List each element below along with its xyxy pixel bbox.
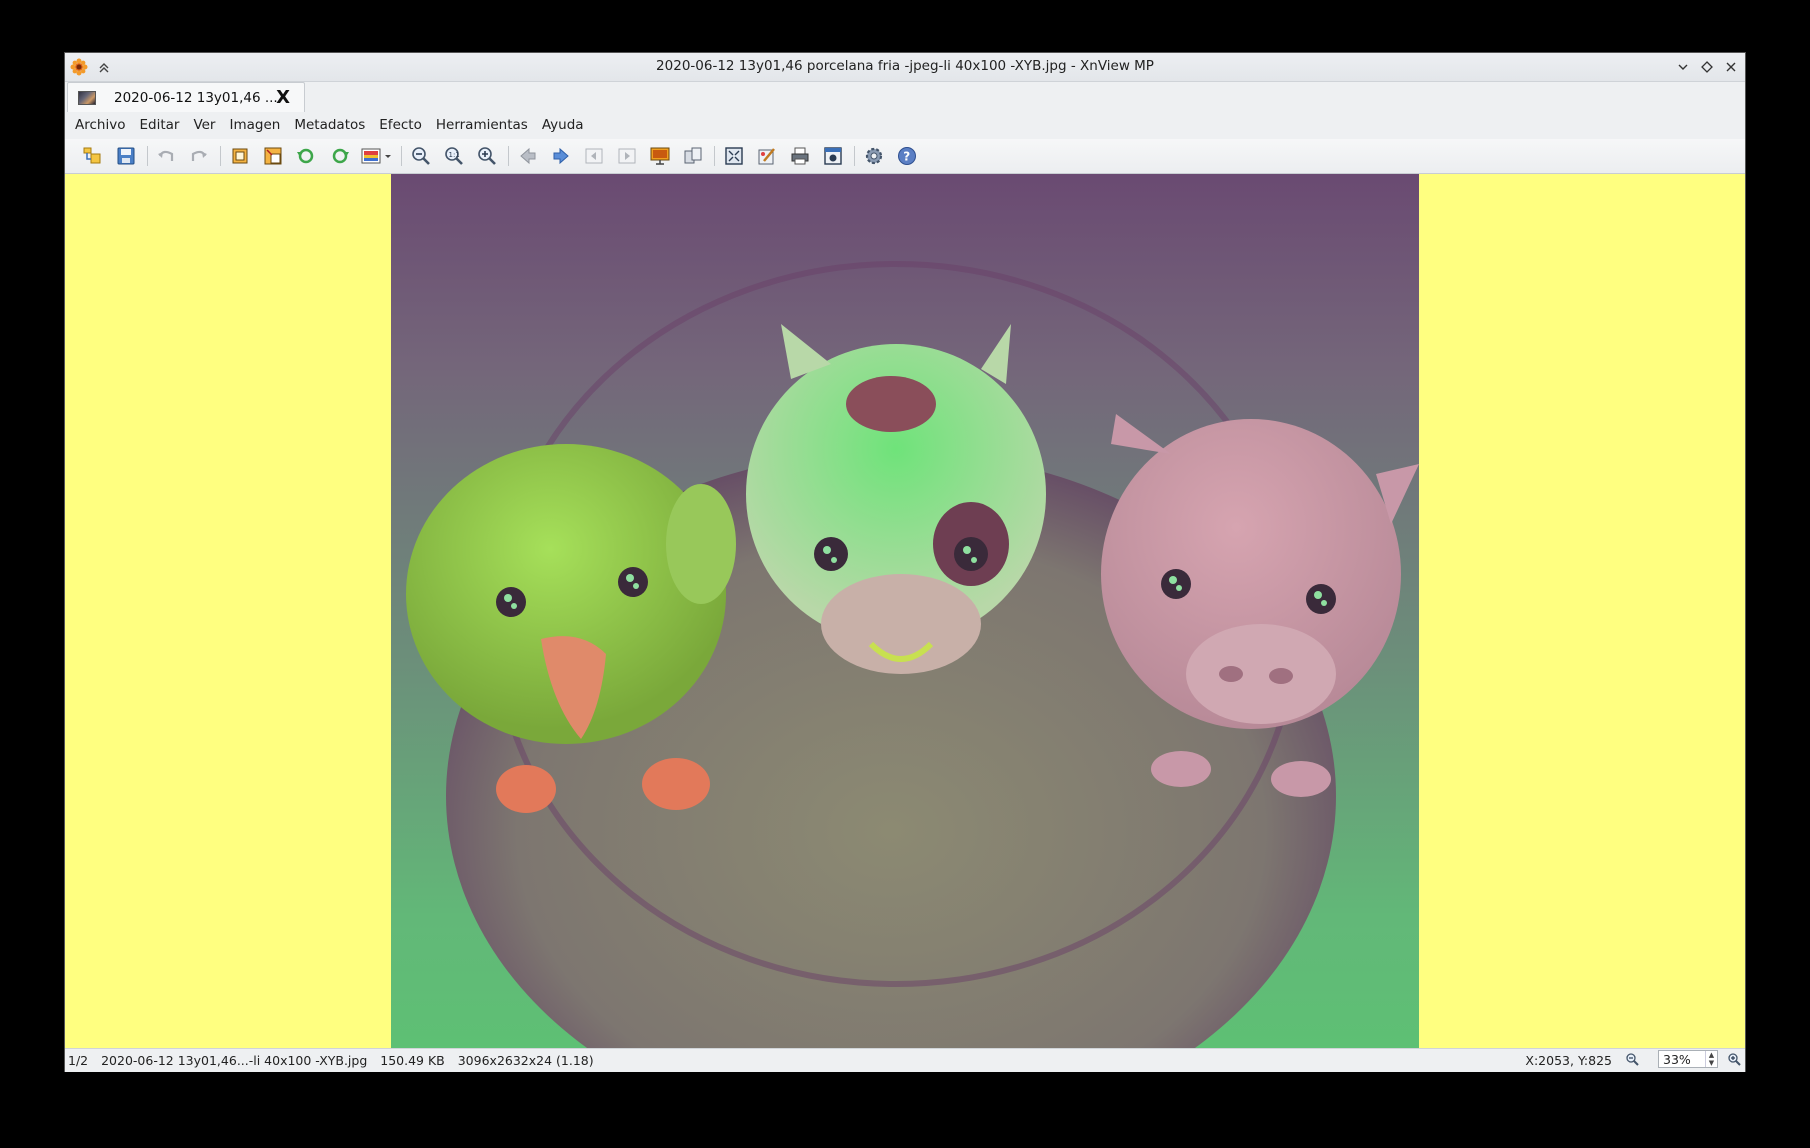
close-icon[interactable] — [1721, 57, 1741, 77]
svg-text:1:1: 1:1 — [449, 151, 460, 159]
print-icon[interactable] — [787, 144, 813, 168]
status-filesize: 150.49 KB — [380, 1053, 445, 1068]
zoom-spinner[interactable]: ▲ ▼ — [1705, 1051, 1717, 1067]
minimize-icon[interactable] — [1673, 57, 1693, 77]
tab-label: 2020-06-12 13y01,46 ... — [114, 90, 278, 106]
status-bar: 1/2 2020-06-12 13y01,46...-li 40x100 -XY… — [65, 1048, 1745, 1072]
toolbar: 1:1 ? — [65, 139, 1745, 174]
status-filename: 2020-06-12 13y01,46...-li 40x100 -XYB.jp… — [101, 1053, 368, 1068]
zoom-level-value: 33% — [1663, 1051, 1691, 1067]
compare-icon[interactable] — [680, 144, 706, 168]
resize-icon[interactable] — [260, 144, 286, 168]
settings-icon[interactable] — [861, 144, 887, 168]
image-viewer[interactable] — [65, 174, 1745, 1048]
menu-ver[interactable]: Ver — [186, 117, 222, 133]
status-coordinates: X:2053, Y:825 — [1525, 1053, 1612, 1068]
rotate-right-icon[interactable] — [327, 144, 353, 168]
crop-icon[interactable] — [227, 144, 253, 168]
zoom-out-icon[interactable] — [408, 144, 434, 168]
image-tab[interactable]: 2020-06-12 13y01,46 ... X — [67, 82, 305, 113]
menu-bar: Archivo Editar Ver Imagen Metadatos Efec… — [65, 112, 1745, 138]
zoom-level-input[interactable]: 33% ▲ ▼ — [1658, 1050, 1718, 1068]
next-icon[interactable] — [548, 144, 574, 168]
tab-bar: 2020-06-12 13y01,46 ... X — [65, 82, 1745, 113]
title-bar: 2020-06-12 13y01,46 porcelana fria -jpeg… — [65, 53, 1745, 82]
photo-render — [406, 261, 1419, 1048]
tab-thumbnail-icon — [78, 91, 96, 105]
menu-imagen[interactable]: Imagen — [222, 117, 287, 133]
svg-text:?: ? — [903, 150, 910, 164]
save-icon[interactable] — [113, 144, 139, 168]
status-zoom-out-icon[interactable] — [1625, 1052, 1639, 1069]
fullscreen-icon[interactable] — [721, 144, 747, 168]
rotate-left-icon[interactable] — [293, 144, 319, 168]
capture-icon[interactable] — [820, 144, 846, 168]
help-icon[interactable]: ? — [894, 144, 920, 168]
displayed-image[interactable] — [391, 174, 1419, 1048]
zoom-fit-icon[interactable]: 1:1 — [441, 144, 467, 168]
last-icon[interactable] — [614, 144, 640, 168]
menu-archivo[interactable]: Archivo — [68, 117, 132, 133]
maximize-icon[interactable] — [1697, 57, 1717, 77]
window-title: 2020-06-12 13y01,46 porcelana fria -jpeg… — [656, 58, 1154, 74]
status-zoom-in-icon[interactable] — [1727, 1052, 1741, 1069]
menu-herramientas[interactable]: Herramientas — [429, 117, 535, 133]
menu-efecto[interactable]: Efecto — [372, 117, 429, 133]
menu-editar[interactable]: Editar — [132, 117, 186, 133]
tab-close-button[interactable]: X — [276, 87, 290, 108]
status-dimensions: 3096x2632x24 (1.18) — [457, 1053, 594, 1068]
edit-icon[interactable] — [754, 144, 780, 168]
app-window: 2020-06-12 13y01,46 porcelana fria -jpeg… — [65, 53, 1745, 1072]
menu-ayuda[interactable]: Ayuda — [535, 117, 591, 133]
undo-icon[interactable] — [153, 144, 179, 168]
browser-icon[interactable] — [79, 144, 105, 168]
zoom-in-icon[interactable] — [474, 144, 500, 168]
first-icon[interactable] — [581, 144, 607, 168]
menu-metadatos[interactable]: Metadatos — [287, 117, 372, 133]
redo-icon[interactable] — [186, 144, 212, 168]
slideshow-icon[interactable] — [647, 144, 673, 168]
status-index: 1/2 — [68, 1053, 89, 1068]
adjust-colors-icon[interactable] — [359, 144, 395, 168]
previous-icon[interactable] — [515, 144, 541, 168]
